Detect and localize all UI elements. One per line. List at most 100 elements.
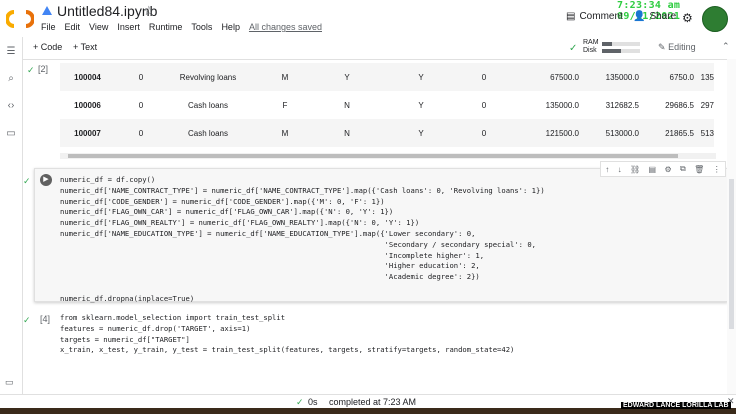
table-cell: 21865.5 [639,119,694,147]
table-row: 100004 0 Revolving loans M Y Y 0 67500.0… [60,63,714,91]
comment-button[interactable]: ▤ Comment [566,11,623,22]
exec-time: 0s [308,397,318,407]
menu-view[interactable]: View [89,22,108,32]
table-of-contents-icon[interactable]: ☰ [5,46,17,58]
left-sidebar: ☰ ⌕ ‹› ▭ [0,37,23,397]
scrollbar-thumb[interactable] [68,154,678,158]
table-cell: F [282,100,288,110]
ram-bar-fill [602,42,612,46]
code-line: 'Higher education': 2, [60,261,480,271]
table-cell: 0 [481,100,487,110]
table-row: 100006 0 Cash loans F N Y 0 135000.0 312… [60,91,714,119]
check-icon: ✓ [23,176,31,186]
watermark: EDWARD LANCE LORILLA LAB [621,402,731,409]
code-line: numeric_df['FLAG_OWN_CAR'] = numeric_df[… [60,207,394,217]
add-code-button[interactable]: + Code [33,42,62,52]
table-row: 100007 0 Cash loans M N Y 0 121500.0 513… [60,119,714,147]
pencil-icon: ✎ [658,42,666,52]
code-line: x_train, x_test, y_train, y_test = train… [60,345,515,355]
dataframe-output: 100004 0 Revolving loans M Y Y 0 67500.0… [60,63,714,147]
menu-insert[interactable]: Insert [117,22,140,32]
code-editor[interactable]: from sklearn.model_selection import trai… [60,313,514,356]
code-line: numeric_df['CODE_GENDER'] = numeric_df['… [60,196,385,206]
table-cell: 0 [115,119,167,147]
terminal-icon[interactable]: ▭ [5,377,14,388]
folder-icon[interactable]: ▭ [5,128,17,140]
vertical-scrollbar[interactable] [727,59,736,394]
menu-edit[interactable]: Edit [65,22,81,32]
code-line: numeric_df['NAME_CONTRACT_TYPE'] = numer… [60,185,545,195]
table-cell: Y [321,63,373,91]
code-line: numeric_df.dropna(inplace=True) [60,293,195,303]
table-cell: 0 [469,119,499,147]
comment-icon[interactable]: ▤ [649,165,657,174]
table-cell: 6750.0 [639,63,694,91]
search-icon[interactable]: ⌕ [5,73,17,85]
table-cell: 135 [694,63,714,91]
avatar[interactable] [702,6,728,32]
menu-runtime[interactable]: Runtime [149,22,183,32]
table-cell: N [344,100,350,110]
code-line: targets = numeric_df["TARGET"] [60,334,190,344]
table-cell: 312682.5 [605,100,639,110]
table-cell: 513000.0 [579,119,639,147]
settings-icon[interactable]: ⚙ [682,11,693,25]
share-button[interactable]: 👤 Share [633,11,676,22]
add-text-button[interactable]: + Text [73,42,97,52]
ram-bar[interactable] [602,42,640,46]
table-cell: Cash loans [167,119,249,147]
link-icon[interactable]: ⛓ [630,165,640,174]
check-icon: ✓ [27,65,35,75]
save-status[interactable]: All changes saved [249,22,322,32]
output-horizontal-scrollbar[interactable] [60,153,716,159]
disk-bar[interactable] [602,49,640,53]
code-line: numeric_df = df.copy() [60,175,156,184]
menu-file[interactable]: File [41,22,56,32]
code-line: numeric_df['NAME_EDUCATION_TYPE'] = nume… [60,228,476,238]
table-cell: 513 [694,119,714,147]
chevron-up-icon[interactable]: ⌃ [722,41,730,52]
header: Untitled84.ipynb ☆ File Edit View Insert… [0,0,736,37]
menu-tools[interactable]: Tools [191,22,212,32]
delete-icon[interactable]: 🗑 [694,165,704,174]
code-line: features = numeric_df.drop('TARGET', axi… [60,323,251,333]
code-line: from sklearn.model_selection import trai… [60,313,286,322]
table-cell: Revolving loans [167,63,249,91]
run-cell-button[interactable]: ▶ [40,174,52,186]
colab-logo-icon[interactable] [6,8,34,30]
toolbar: + Code + Text ✓ RAM Disk ✎ Editing ⌃ [0,37,736,60]
menu-help[interactable]: Help [221,22,240,32]
completed-status[interactable]: completed at 7:23 AM [329,397,416,407]
gear-icon[interactable]: ⚙ [664,165,671,174]
table-cell: 67500.0 [499,63,579,91]
code-line: 'Incomplete higher': 1, [60,250,485,260]
move-up-icon[interactable]: ↑ [605,165,609,174]
scrollbar-thumb[interactable] [729,179,734,329]
editing-button[interactable]: ✎ Editing [658,42,696,53]
cell-execution-count: [2] [38,64,49,74]
ram-label: RAM [583,39,599,46]
check-icon: ✓ [23,315,31,325]
code-line: 'Secondary / secondary special': 0, [60,239,536,249]
code-snippets-icon[interactable]: ‹› [5,100,17,112]
table-cell: M [249,119,321,147]
disk-bar-fill [602,49,621,53]
comment-icon: ▤ [566,11,576,22]
drive-icon[interactable] [42,6,52,16]
cell-toolbar: ↑ ↓ ⛓ ▤ ⚙ ⧉ 🗑 ⋮ [600,161,726,177]
comment-label: Comment [579,11,623,22]
share-label: Share [649,11,677,22]
table-cell: Y [373,119,469,147]
table-cell: 100004 [60,63,115,91]
code-line: 'Academic degree': 2}) [60,272,480,282]
star-icon[interactable]: ☆ [143,3,155,19]
table-cell: 0 [469,63,499,91]
table-cell: Cash loans [187,100,229,110]
more-icon[interactable]: ⋮ [713,165,721,174]
code-editor[interactable]: numeric_df = df.copy() numeric_df['NAME_… [60,175,545,305]
mirror-cell-icon[interactable]: ⧉ [680,164,686,174]
table-cell: 100007 [60,119,115,147]
code-line: numeric_df['FLAG_OWN_REALTY'] = numeric_… [60,218,420,228]
share-icon: 👤 [633,11,646,22]
move-down-icon[interactable]: ↓ [618,165,622,174]
